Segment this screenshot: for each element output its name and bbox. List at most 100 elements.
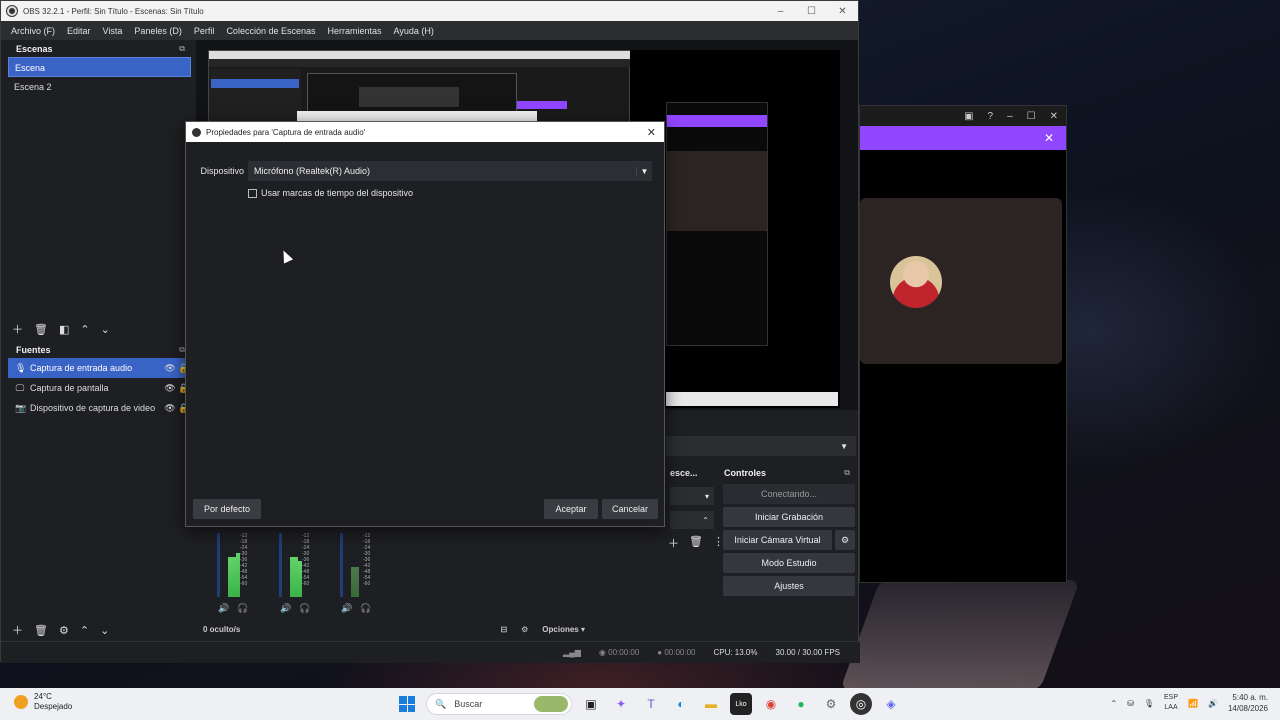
taskbar-search[interactable]: 🔍 Buscar xyxy=(426,693,572,715)
studio-mode-button[interactable]: Modo Estudio xyxy=(723,553,855,573)
settings-button[interactable]: Ajustes xyxy=(723,576,855,596)
windows-logo-icon xyxy=(399,696,415,712)
speaker-icon[interactable]: 🔊 xyxy=(341,603,352,614)
system-tray: ⌃ ⛁ 🎙 ESP LAA 📶 🔊 5:40 a. m. 14/08/2026 xyxy=(1110,692,1268,714)
cancel-button[interactable]: Cancelar xyxy=(602,499,658,519)
language-indicator[interactable]: ESP LAA xyxy=(1164,693,1178,713)
checkbox-box[interactable] xyxy=(248,188,257,198)
arrow-up-icon[interactable]: ⌃ xyxy=(80,624,89,637)
trash-icon[interactable]: 🗑 xyxy=(34,323,48,336)
trash-icon[interactable]: 🗑 xyxy=(34,624,48,637)
speaker-icon[interactable]: 🔊 xyxy=(280,603,291,614)
file-explorer-icon[interactable]: ▬ xyxy=(700,693,722,715)
close-button[interactable]: ✕ xyxy=(827,6,858,17)
start-virtual-camera-button[interactable]: Iniciar Cámara Virtual xyxy=(723,530,832,550)
scene-dropdown[interactable]: ▼ xyxy=(666,436,856,456)
menu-help[interactable]: Ayuda (H) xyxy=(388,26,440,36)
layout-icon[interactable]: ⊟ xyxy=(500,625,507,634)
mixer-settings-icon[interactable]: ⚙ xyxy=(521,625,528,634)
spotify-icon[interactable]: ● xyxy=(790,693,812,715)
chrome-icon[interactable]: ◉ xyxy=(760,693,782,715)
app-dark-icon[interactable]: Lko xyxy=(730,693,752,715)
gear-icon[interactable]: ⚙ xyxy=(59,624,69,637)
obs-app-icon[interactable]: ◎ xyxy=(850,693,872,715)
virtual-camera-settings-button[interactable]: ⚙ xyxy=(835,530,855,550)
window-title: OBS 32.2.1 - Perfil: Sin Título - Escena… xyxy=(23,6,204,16)
search-highlight-icon xyxy=(534,696,568,712)
scene-item-escena[interactable]: Escena xyxy=(8,57,191,77)
menu-view[interactable]: Vista xyxy=(97,26,129,36)
eye-icon[interactable]: 👁 xyxy=(163,363,177,374)
headphones-icon[interactable]: 🎧 xyxy=(299,603,310,614)
add-icon[interactable]: ＋ xyxy=(12,321,23,337)
arrow-down-icon[interactable]: ⌄ xyxy=(101,323,110,336)
source-label: Captura de entrada audio xyxy=(30,363,133,373)
minimize-button[interactable]: – xyxy=(765,6,796,17)
scene-item-escena-2[interactable]: Escena 2 xyxy=(8,77,191,97)
device-select[interactable]: Micrófono (Realtek(R) Audio) ▼ xyxy=(248,161,652,181)
menu-edit[interactable]: Editar xyxy=(61,26,97,36)
maximize-button[interactable]: ☐ xyxy=(796,6,827,17)
filter-icon[interactable]: ◧ xyxy=(59,323,69,336)
banner-close-icon[interactable]: ✕ xyxy=(1044,131,1054,145)
device-timestamps-checkbox[interactable]: Usar marcas de tiempo del dispositivo xyxy=(248,188,413,198)
copilot-icon[interactable]: ✦ xyxy=(610,693,632,715)
defaults-button[interactable]: Por defecto xyxy=(193,499,261,519)
add-icon[interactable]: ＋ xyxy=(668,535,679,551)
record-status: ● 00:00:00 xyxy=(657,648,696,657)
dialog-close-button[interactable]: ✕ xyxy=(647,126,664,139)
eye-icon[interactable]: 👁 xyxy=(163,403,177,414)
headphones-icon[interactable]: 🎧 xyxy=(360,603,371,614)
trash-icon[interactable]: 🗑 xyxy=(689,535,703,551)
background-window[interactable]: ▣ ? – ☐ ✕ ✕ xyxy=(859,105,1067,583)
source-item[interactable]: 🎙 Captura de entrada audio 👁 🔒 xyxy=(8,358,191,378)
arrow-up-icon[interactable]: ⌃ xyxy=(80,323,89,336)
start-recording-button[interactable]: Iniciar Grabación xyxy=(723,507,855,527)
sources-dock: Fuentes ⧉ 🎙 Captura de entrada audio 👁 🔒… xyxy=(6,341,193,631)
weather-widget[interactable]: 24°C Despejado xyxy=(14,692,72,712)
volume-icon[interactable]: 🔊 xyxy=(1208,699,1218,708)
menu-file[interactable]: Archivo (F) xyxy=(5,26,61,36)
pin-icon[interactable]: ▣ xyxy=(964,111,973,122)
transitions-dock: esce... ▾ ⌃ ＋ 🗑 ⋮ xyxy=(666,464,724,634)
network-app-icon[interactable]: ⛁ xyxy=(1127,699,1134,708)
edge-icon[interactable]: ◐ xyxy=(670,693,692,715)
ok-button[interactable]: Aceptar xyxy=(544,499,598,519)
menu-docks[interactable]: Paneles (D) xyxy=(128,26,188,36)
speaker-icon[interactable]: 🔊 xyxy=(218,603,229,614)
source-item[interactable]: 📷 Dispositivo de captura de video 👁 🔒 xyxy=(8,398,191,418)
headphones-icon[interactable]: 🎧 xyxy=(237,603,248,614)
undock-icon[interactable]: ⧉ xyxy=(179,44,185,54)
options-button[interactable]: Opciones ▾ xyxy=(542,625,585,634)
task-view-icon[interactable]: ▣ xyxy=(580,693,602,715)
start-button[interactable] xyxy=(396,693,418,715)
wallpaper-figure xyxy=(839,580,1081,690)
connecting-button[interactable]: Conectando... xyxy=(723,484,855,504)
duration-spinner[interactable]: ⌃ xyxy=(670,511,714,529)
arrow-down-icon[interactable]: ⌄ xyxy=(100,624,109,637)
maximize-icon[interactable]: ☐ xyxy=(1027,111,1036,122)
menu-profile[interactable]: Perfil xyxy=(188,26,221,36)
mic-tray-icon[interactable]: 🎙 xyxy=(1144,699,1154,708)
sun-icon xyxy=(14,695,28,709)
chevron-up-icon[interactable]: ⌃ xyxy=(1110,699,1117,708)
settings-app-icon[interactable]: ⚙ xyxy=(820,693,842,715)
minimize-icon[interactable]: – xyxy=(1007,111,1013,122)
clock[interactable]: 5:40 a. m. 14/08/2026 xyxy=(1228,692,1268,714)
eye-icon[interactable]: 👁 xyxy=(163,383,177,394)
discord-icon[interactable]: ◈ xyxy=(880,693,902,715)
transition-select[interactable]: ▾ xyxy=(670,487,714,505)
source-item[interactable]: 🖵 Captura de pantalla 👁 🔒 xyxy=(8,378,191,398)
menu-scene-collection[interactable]: Colección de Escenas xyxy=(220,26,321,36)
add-icon[interactable]: ＋ xyxy=(12,622,23,638)
cpu-usage: CPU: 13.0% xyxy=(713,648,758,657)
menu-tools[interactable]: Herramientas xyxy=(322,26,388,36)
help-icon[interactable]: ? xyxy=(988,111,994,122)
dialog-titlebar: Propiedades para 'Captura de entrada aud… xyxy=(186,122,664,142)
teams-icon[interactable]: T xyxy=(640,693,662,715)
gear-icon: ⚙ xyxy=(840,535,850,545)
close-icon[interactable]: ✕ xyxy=(1050,111,1058,122)
scenes-header: Escenas ⧉ xyxy=(6,40,193,57)
wifi-icon[interactable]: 📶 xyxy=(1188,699,1198,708)
undock-icon[interactable]: ⧉ xyxy=(844,468,850,478)
